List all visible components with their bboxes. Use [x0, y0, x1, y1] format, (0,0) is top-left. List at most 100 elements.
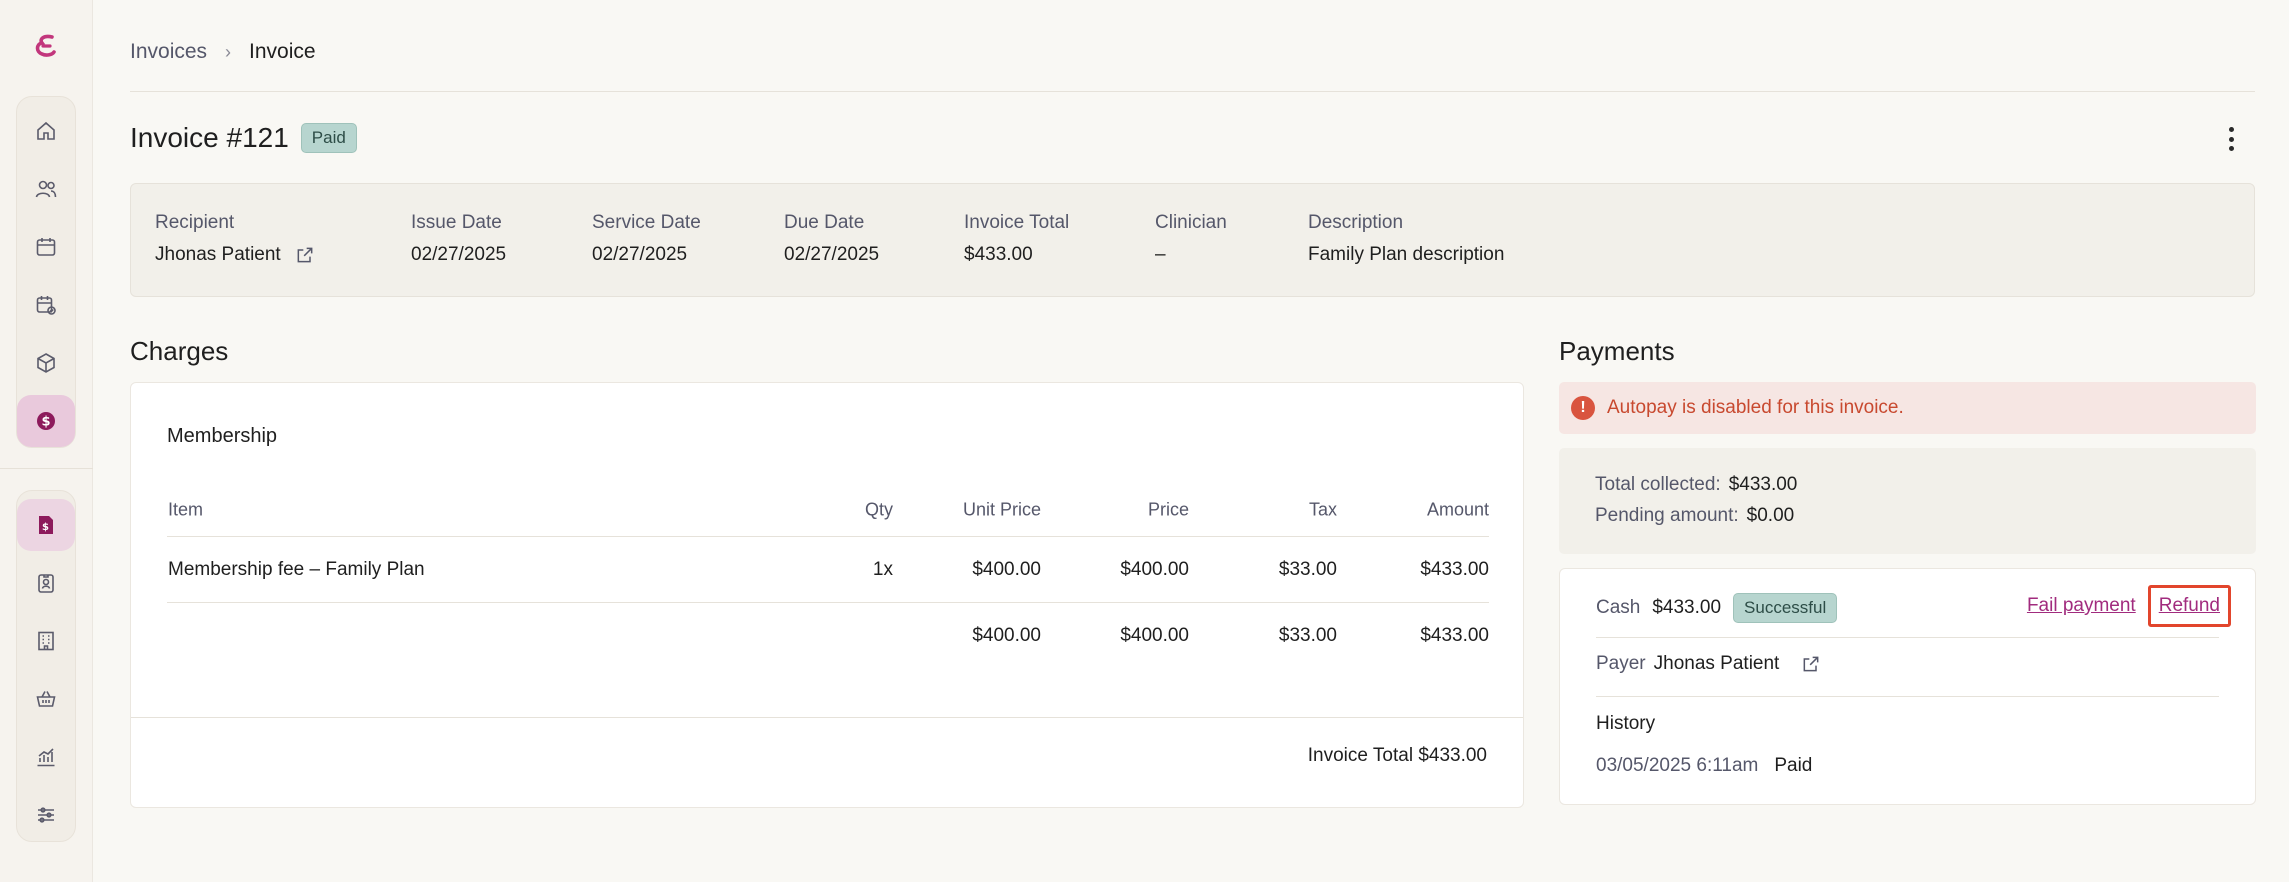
- more-options-icon[interactable]: [2219, 124, 2243, 154]
- dollar-icon: $: [37, 412, 55, 430]
- nav-store[interactable]: [17, 673, 75, 725]
- nav-home[interactable]: [17, 105, 75, 157]
- refund-highlight: Refund: [2147, 585, 2231, 627]
- nav-patients[interactable]: [17, 163, 75, 215]
- row-price: $400.00: [1120, 558, 1189, 580]
- pending-amount-label: Pending amount:: [1595, 505, 1739, 526]
- payment-amount: $433.00: [1652, 597, 1722, 618]
- payments-title: Payments: [1559, 336, 1675, 366]
- main-content: Invoices › Invoice Invoice #121 Paid Rec…: [93, 0, 2289, 882]
- payment-totals: Total collected: $433.00 Pending amount: $…: [1559, 448, 2256, 554]
- recipient-name: Jhonas Patient: [155, 244, 281, 265]
- summary-description: Description Family Plan description: [1308, 212, 1504, 266]
- fail-payment-link[interactable]: Fail payment: [2027, 595, 2136, 617]
- table-totals-row: $400.00 $400.00 $33.00 $433.00: [167, 603, 1489, 669]
- summary-service-date: Service Date 02/27/2025: [592, 212, 701, 266]
- col-item: Item: [168, 499, 204, 519]
- alert-icon: !: [1571, 396, 1595, 420]
- summary-due-date: Due Date 02/27/2025: [784, 212, 879, 266]
- secondary-nav: $: [16, 490, 76, 842]
- sidebar-divider: [0, 468, 93, 469]
- summary-total: Invoice Total $433.00: [964, 212, 1069, 266]
- external-link-icon[interactable]: [295, 245, 315, 265]
- nav-products[interactable]: [17, 337, 75, 389]
- summary-recipient-value: Jhonas Patient: [155, 244, 315, 266]
- breadcrumb-invoices-link[interactable]: Invoices: [130, 40, 207, 64]
- nav-calendar[interactable]: [17, 221, 75, 273]
- breadcrumb: Invoices › Invoice: [130, 38, 316, 66]
- breadcrumb-current: Invoice: [249, 40, 316, 63]
- summary-clinician-value: –: [1155, 244, 1166, 265]
- col-tax: Tax: [1308, 499, 1337, 519]
- nav-staff[interactable]: [17, 557, 75, 609]
- payment-actions: Fail payment Refund: [2027, 585, 2231, 627]
- summary-due-label: Due Date: [784, 212, 865, 233]
- col-qty: Qty: [864, 499, 893, 519]
- svg-text:$: $: [41, 415, 50, 430]
- payer-row: Payer Jhonas Patient: [1596, 653, 1821, 675]
- calendar-check-icon: [36, 296, 56, 315]
- col-unit-price: Unit Price: [962, 499, 1041, 519]
- external-link-icon[interactable]: [1801, 654, 1821, 674]
- app-logo-icon[interactable]: [30, 30, 64, 64]
- nav-invoices[interactable]: $: [17, 499, 75, 551]
- row-unit-price: $400.00: [972, 558, 1041, 580]
- row-item: Membership fee – Family Plan: [168, 558, 425, 580]
- box-icon: [37, 353, 55, 373]
- summary-recipient: Recipient Jhonas Patient: [155, 212, 315, 266]
- charges-table: Item Qty Unit Price Price Tax Amount Mem…: [167, 483, 1489, 669]
- history-time: 03/05/2025 6:11am: [1596, 755, 1759, 776]
- status-badge: Paid: [300, 123, 357, 153]
- calendar-icon: [36, 238, 56, 256]
- basket-icon: [36, 691, 56, 707]
- home-icon: [37, 121, 55, 140]
- summary-description-value: Family Plan description: [1308, 244, 1505, 265]
- building-icon: [38, 631, 54, 651]
- charges-invoice-total: Invoice Total $433.00: [1307, 745, 1487, 766]
- sliders-icon: [38, 807, 54, 823]
- row-amount: $433.00: [1420, 558, 1489, 580]
- summary-description-label: Description: [1308, 212, 1404, 233]
- col-price: Price: [1147, 499, 1189, 519]
- col-amount: Amount: [1426, 499, 1489, 519]
- payment-method: Cash: [1596, 597, 1641, 618]
- history-title: History: [1596, 713, 1656, 734]
- summary-due-value: 02/27/2025: [784, 244, 880, 265]
- summary-recipient-label: Recipient: [155, 212, 235, 233]
- summary-issue-label: Issue Date: [411, 212, 502, 233]
- invoice-summary: Recipient Jhonas Patient Issue Date 02/2…: [130, 183, 2255, 297]
- table-row: Membership fee – Family Plan 1x $400.00 …: [167, 537, 1489, 603]
- summary-service-value: 02/27/2025: [592, 244, 688, 265]
- total-tax: $33.00: [1278, 625, 1337, 646]
- summary-clinician-label: Clinician: [1155, 212, 1227, 233]
- pending-amount: Pending amount: $0.00: [1595, 505, 2256, 527]
- header-divider: [130, 91, 2255, 92]
- chart-icon: [37, 748, 55, 767]
- nav-settings[interactable]: [17, 789, 75, 841]
- payer-label: Payer: [1596, 653, 1646, 674]
- charges-footer-divider: [131, 717, 1523, 718]
- total-unit-price: $400.00: [972, 625, 1041, 646]
- total-collected-label: Total collected:: [1595, 474, 1721, 495]
- summary-issue-date: Issue Date 02/27/2025: [411, 212, 506, 266]
- id-badge-icon: [38, 574, 54, 593]
- nav-billing[interactable]: $: [17, 395, 75, 447]
- charges-subtitle: Membership: [167, 425, 278, 447]
- total-amount: $433.00: [1420, 625, 1489, 646]
- charges-card: Membership Item Qty Unit Price Price Tax…: [130, 382, 1524, 808]
- refund-link[interactable]: Refund: [2159, 595, 2220, 616]
- total-collected-value: $433.00: [1728, 474, 1798, 495]
- users-icon: [35, 180, 57, 198]
- row-qty: 1x: [872, 558, 893, 580]
- summary-total-label: Invoice Total: [964, 212, 1070, 233]
- nav-locations[interactable]: [17, 615, 75, 667]
- primary-nav: $: [16, 96, 76, 448]
- nav-reports[interactable]: [17, 731, 75, 783]
- payment-card: Cash $433.00 Successful Fail payment Ref…: [1559, 568, 2256, 805]
- summary-total-value: $433.00: [964, 244, 1033, 265]
- pending-amount-value: $0.00: [1746, 505, 1795, 526]
- summary-issue-value: 02/27/2025: [411, 244, 507, 265]
- nav-appointments[interactable]: [17, 279, 75, 331]
- payment-summary: Cash $433.00 Successful: [1596, 593, 1838, 623]
- payment-status-badge: Successful: [1733, 593, 1838, 623]
